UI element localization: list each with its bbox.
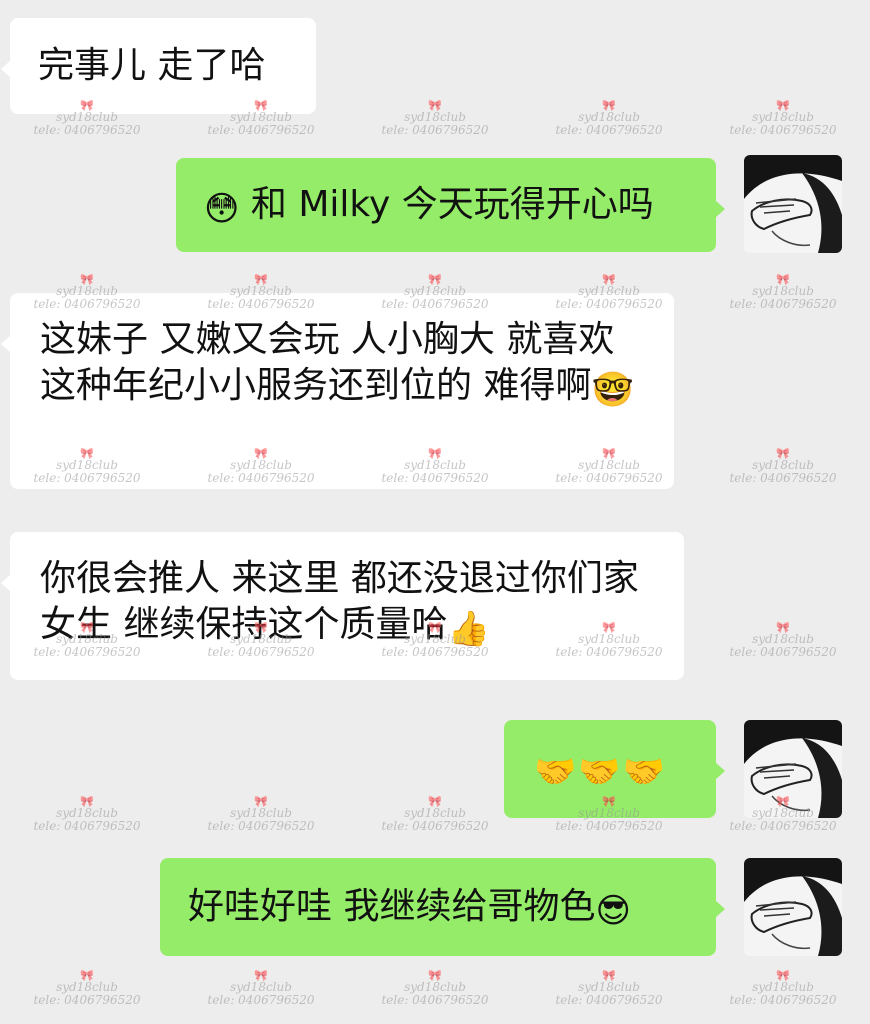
- watermark: 🎀 syd18club tele: 0406796520: [350, 100, 520, 137]
- thumbs-up-icon: 👍: [447, 609, 490, 649]
- watermark-line2: tele: 0406796520: [555, 993, 663, 1007]
- watermark-line2: tele: 0406796520: [33, 819, 141, 833]
- watermark-bow-icon: 🎀: [428, 273, 442, 286]
- message-text: 你很会推人 来这里 都还没退过你们家女生 继续保持这个质量哈: [40, 558, 639, 645]
- watermark-bow-icon: 🎀: [80, 969, 94, 982]
- message-bubble-incoming[interactable]: 完事儿 走了哈: [1, 18, 316, 114]
- message-bubble-incoming[interactable]: 你很会推人 来这里 都还没退过你们家女生 继续保持这个质量哈👍: [1, 532, 684, 680]
- watermark-line1: syd18club: [404, 110, 466, 124]
- watermark-bow-icon: 🎀: [776, 447, 790, 460]
- watermark: 🎀 syd18club tele: 0406796520: [176, 970, 346, 1007]
- watermark-bow-icon: 🎀: [776, 621, 790, 634]
- watermark-line1: syd18club: [230, 806, 292, 820]
- message-bubble-outgoing[interactable]: 好哇好哇 我继续给哥物色😎: [160, 858, 725, 956]
- watermark-line2: tele: 0406796520: [729, 645, 837, 659]
- watermark-bow-icon: 🎀: [428, 795, 442, 808]
- watermark-line1: syd18club: [578, 110, 640, 124]
- watermark-bow-icon: 🎀: [254, 969, 268, 982]
- watermark-line2: tele: 0406796520: [729, 297, 837, 311]
- message-bubble-incoming[interactable]: 这妹子 又嫩又会玩 人小胸大 就喜欢这种年纪小小服务还到位的 难得啊🤓: [1, 293, 674, 489]
- watermark-bow-icon: 🎀: [776, 273, 790, 286]
- watermark-bow-icon: 🎀: [602, 99, 616, 112]
- watermark: 🎀 syd18club tele: 0406796520: [698, 622, 868, 659]
- watermark: 🎀 syd18club tele: 0406796520: [350, 970, 520, 1007]
- watermark-line2: tele: 0406796520: [33, 993, 141, 1007]
- watermark-line1: syd18club: [752, 284, 814, 298]
- sunglasses-face-icon: 😎: [595, 891, 631, 931]
- watermark-bow-icon: 🎀: [602, 273, 616, 286]
- watermark-line1: syd18club: [404, 980, 466, 994]
- watermark: 🎀 syd18club tele: 0406796520: [524, 970, 694, 1007]
- watermark-line1: syd18club: [578, 980, 640, 994]
- watermark-line2: tele: 0406796520: [729, 993, 837, 1007]
- avatar[interactable]: [744, 155, 842, 253]
- watermark-line1: syd18club: [752, 980, 814, 994]
- watermark-line2: tele: 0406796520: [381, 819, 489, 833]
- watermark-bow-icon: 🎀: [80, 795, 94, 808]
- watermark-bow-icon: 🎀: [80, 273, 94, 286]
- watermark: 🎀 syd18club tele: 0406796520: [698, 274, 868, 311]
- watermark-line2: tele: 0406796520: [729, 819, 837, 833]
- watermark-bow-icon: 🎀: [602, 969, 616, 982]
- watermark: 🎀 syd18club tele: 0406796520: [2, 796, 172, 833]
- watermark-bow-icon: 🎀: [254, 795, 268, 808]
- watermark: 🎀 syd18club tele: 0406796520: [698, 448, 868, 485]
- message-bubble-outgoing[interactable]: 😳 和 Milky 今天玩得开心吗: [176, 158, 725, 252]
- watermark: 🎀 syd18club tele: 0406796520: [350, 796, 520, 833]
- handshake-icon: 🤝🤝🤝: [534, 752, 668, 792]
- watermark-line2: tele: 0406796520: [381, 993, 489, 1007]
- watermark-bow-icon: 🎀: [428, 99, 442, 112]
- message-bubble-outgoing[interactable]: 🤝🤝🤝: [504, 720, 725, 818]
- watermark-line2: tele: 0406796520: [555, 123, 663, 137]
- watermark-line2: tele: 0406796520: [207, 123, 315, 137]
- message-text: 完事儿 走了哈: [38, 45, 266, 86]
- watermark-line1: syd18club: [230, 980, 292, 994]
- message-text: 和 Milky 今天玩得开心吗: [250, 184, 654, 225]
- watermark-line2: tele: 0406796520: [207, 993, 315, 1007]
- avatar[interactable]: [744, 858, 842, 956]
- watermark-line2: tele: 0406796520: [207, 819, 315, 833]
- watermark: 🎀 syd18club tele: 0406796520: [524, 100, 694, 137]
- message-text: 这妹子 又嫩又会玩 人小胸大 就喜欢这种年纪小小服务还到位的 难得啊: [40, 319, 615, 406]
- watermark-line1: syd18club: [752, 110, 814, 124]
- watermark-line2: tele: 0406796520: [555, 819, 663, 833]
- 666-emoji-icon: 🤓: [591, 370, 634, 410]
- watermark-line1: syd18club: [752, 458, 814, 472]
- watermark: 🎀 syd18club tele: 0406796520: [2, 970, 172, 1007]
- watermark-bow-icon: 🎀: [428, 969, 442, 982]
- watermark-bow-icon: 🎀: [254, 273, 268, 286]
- watermark-line1: syd18club: [56, 806, 118, 820]
- watermark-bow-icon: 🎀: [776, 99, 790, 112]
- message-text: 好哇好哇 我继续给哥物色: [188, 886, 596, 927]
- watermark-line2: tele: 0406796520: [729, 123, 837, 137]
- watermark-line1: syd18club: [404, 806, 466, 820]
- watermark-line2: tele: 0406796520: [729, 471, 837, 485]
- watermark: 🎀 syd18club tele: 0406796520: [176, 796, 346, 833]
- watermark-line2: tele: 0406796520: [33, 123, 141, 137]
- watermark-line1: syd18club: [56, 980, 118, 994]
- watermark-bow-icon: 🎀: [776, 969, 790, 982]
- watermark: 🎀 syd18club tele: 0406796520: [698, 100, 868, 137]
- flushed-face-icon: 😳: [204, 189, 240, 229]
- watermark: 🎀 syd18club tele: 0406796520: [698, 970, 868, 1007]
- avatar[interactable]: [744, 720, 842, 818]
- watermark-line2: tele: 0406796520: [381, 123, 489, 137]
- watermark-line1: syd18club: [752, 632, 814, 646]
